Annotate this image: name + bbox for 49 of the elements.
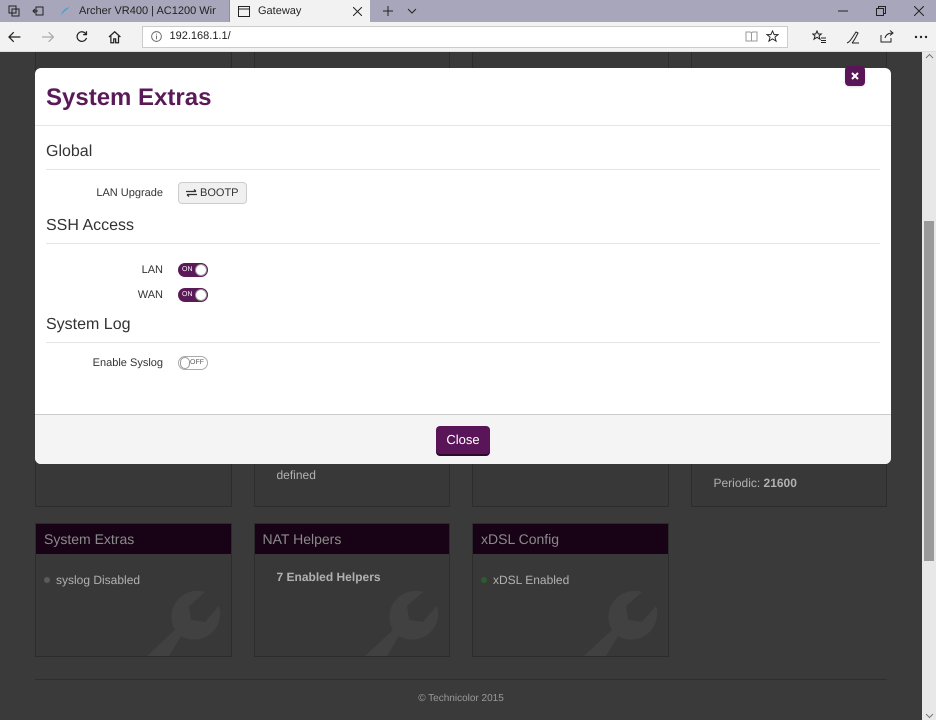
close-button[interactable]: Close <box>436 426 490 454</box>
refresh-icon[interactable] <box>74 30 88 44</box>
card-header: NAT Helpers <box>254 524 449 554</box>
dialog-title: System Extras <box>46 82 212 112</box>
field-label: LAN Upgrade <box>95 186 163 201</box>
pen-icon[interactable] <box>846 30 860 44</box>
card-header: System Extras <box>36 524 230 554</box>
copyright-text: © Technicolor 2015 <box>418 693 504 704</box>
page-icon <box>238 6 250 16</box>
tab-title: Archer VR400 | AC1200 Wir <box>79 4 217 19</box>
share-icon[interactable] <box>880 30 894 43</box>
tab-back-icon[interactable] <box>32 5 44 17</box>
section-heading: Global <box>46 142 94 162</box>
field-label: Enable Syslog <box>92 356 163 371</box>
feather-icon <box>60 6 71 16</box>
card-header: xDSL Config <box>473 524 668 554</box>
scrollbar-thumb[interactable] <box>924 221 934 561</box>
more-icon[interactable] <box>914 34 928 38</box>
favorites-icon[interactable] <box>812 30 826 43</box>
swap-arrows-icon <box>186 189 197 197</box>
card-text: defined <box>276 467 317 484</box>
close-icon[interactable] <box>914 6 924 16</box>
browser-tab[interactable]: Gateway <box>230 0 370 22</box>
tab-title: Gateway <box>258 4 302 19</box>
status-text: syslog Disabled <box>56 572 140 589</box>
section-heading: System Log <box>46 315 132 335</box>
restore-icon[interactable] <box>876 6 886 16</box>
address-bar[interactable]: 192.168.1.1/ <box>142 26 788 48</box>
close-tab-icon[interactable] <box>353 6 362 16</box>
section-heading: SSH Access <box>46 216 136 236</box>
helpers-count: 7 Enabled Helpers <box>276 569 381 586</box>
url-text: 192.168.1.1/ <box>170 29 231 44</box>
field-label: WAN <box>136 288 163 302</box>
periodic-text: Periodic: 21600 <box>714 475 798 492</box>
scroll-up-icon[interactable] <box>924 52 934 61</box>
status-text: xDSL Enabled <box>493 572 570 589</box>
tabs-icon[interactable] <box>8 5 20 17</box>
info-icon <box>150 31 162 42</box>
new-tab-icon[interactable] <box>382 5 394 17</box>
bootp-button[interactable]: BOOTP <box>178 182 247 204</box>
reading-view-icon[interactable] <box>745 31 758 42</box>
home-icon[interactable] <box>108 30 122 44</box>
scrollbar[interactable] <box>922 52 936 720</box>
field-label: LAN <box>140 263 163 278</box>
close-icon <box>851 72 859 80</box>
scroll-down-icon[interactable] <box>924 711 934 720</box>
star-icon[interactable] <box>766 30 780 43</box>
back-arrow-icon[interactable] <box>8 30 22 44</box>
close-button[interactable] <box>845 66 865 86</box>
